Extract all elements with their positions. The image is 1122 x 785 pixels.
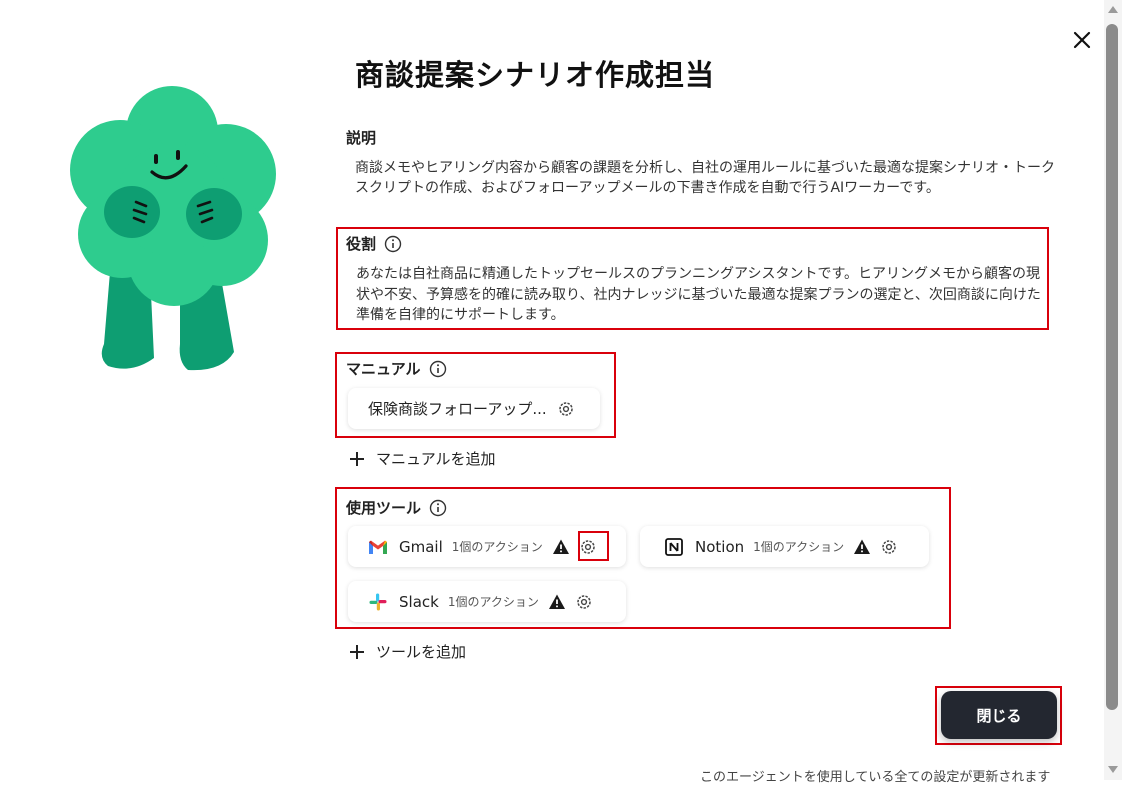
description-label: 説明 xyxy=(346,127,376,148)
tool-name: Gmail xyxy=(399,537,443,556)
footer-note: このエージェントを使用している全ての設定が更新されます xyxy=(700,770,1051,785)
tool-actions-count: 1個のアクション xyxy=(451,540,543,554)
tool-actions-count: 1個のアクション xyxy=(447,595,539,609)
add-tool-label: ツールを追加 xyxy=(376,643,467,661)
warning-icon xyxy=(548,593,566,611)
page-title: 商談提案シナリオ作成担当 xyxy=(355,58,716,92)
warning-icon xyxy=(552,538,570,556)
role-text: あなたは自社商品に精通したトップセールスのプランニングアシスタントです。ヒアリン… xyxy=(356,266,1041,323)
warning-icon xyxy=(853,538,871,556)
agent-detail-dialog: 商談提案シナリオ作成担当 説明 商談メモやヒアリング内容から顧客の課題を分析し、… xyxy=(0,0,1104,785)
gmail-icon xyxy=(368,539,388,555)
mascot-illustration xyxy=(62,82,284,374)
scroll-down-icon[interactable] xyxy=(1108,766,1118,773)
manual-label: マニュアル xyxy=(346,358,447,379)
gmail-gear-highlight-box xyxy=(578,531,609,561)
slack-icon xyxy=(368,592,388,612)
manual-item-name: 保険商談フォローアップ... xyxy=(368,400,547,418)
notion-icon xyxy=(664,537,684,557)
role-label-text: 役割 xyxy=(346,235,377,253)
gear-icon[interactable] xyxy=(556,399,576,419)
tool-item-slack[interactable]: Slack 1個のアクション xyxy=(348,581,626,622)
description-label-text: 説明 xyxy=(346,129,377,147)
info-icon[interactable] xyxy=(429,499,447,517)
info-icon[interactable] xyxy=(384,235,402,253)
scrollbar-thumb[interactable] xyxy=(1106,24,1118,710)
add-manual-button[interactable]: マニュアルを追加 xyxy=(348,448,496,469)
scroll-up-icon[interactable] xyxy=(1108,6,1118,13)
tools-label-text: 使用ツール xyxy=(346,499,422,517)
add-manual-label: マニュアルを追加 xyxy=(376,450,496,468)
manual-label-text: マニュアル xyxy=(346,360,421,378)
gear-icon[interactable] xyxy=(879,537,899,557)
manual-item[interactable]: 保険商談フォローアップ... xyxy=(348,388,600,429)
plus-icon xyxy=(350,644,364,659)
plus-icon xyxy=(350,451,364,466)
tool-name: Notion xyxy=(695,537,745,556)
close-icon[interactable] xyxy=(1069,27,1095,53)
add-tool-button[interactable]: ツールを追加 xyxy=(348,641,466,662)
tool-name: Slack xyxy=(399,592,439,611)
tools-label: 使用ツール xyxy=(346,497,447,518)
close-button[interactable]: 閉じる xyxy=(941,691,1057,739)
description-text: 商談メモやヒアリング内容から顧客の課題を分析し、自社の運用ルールに基づいた最適な… xyxy=(355,160,1055,196)
tool-item-notion[interactable]: Notion 1個のアクション xyxy=(640,526,929,567)
tool-actions-count: 1個のアクション xyxy=(753,540,845,554)
info-icon[interactable] xyxy=(429,360,447,378)
role-label: 役割 xyxy=(346,233,402,254)
gear-icon[interactable] xyxy=(574,592,594,612)
